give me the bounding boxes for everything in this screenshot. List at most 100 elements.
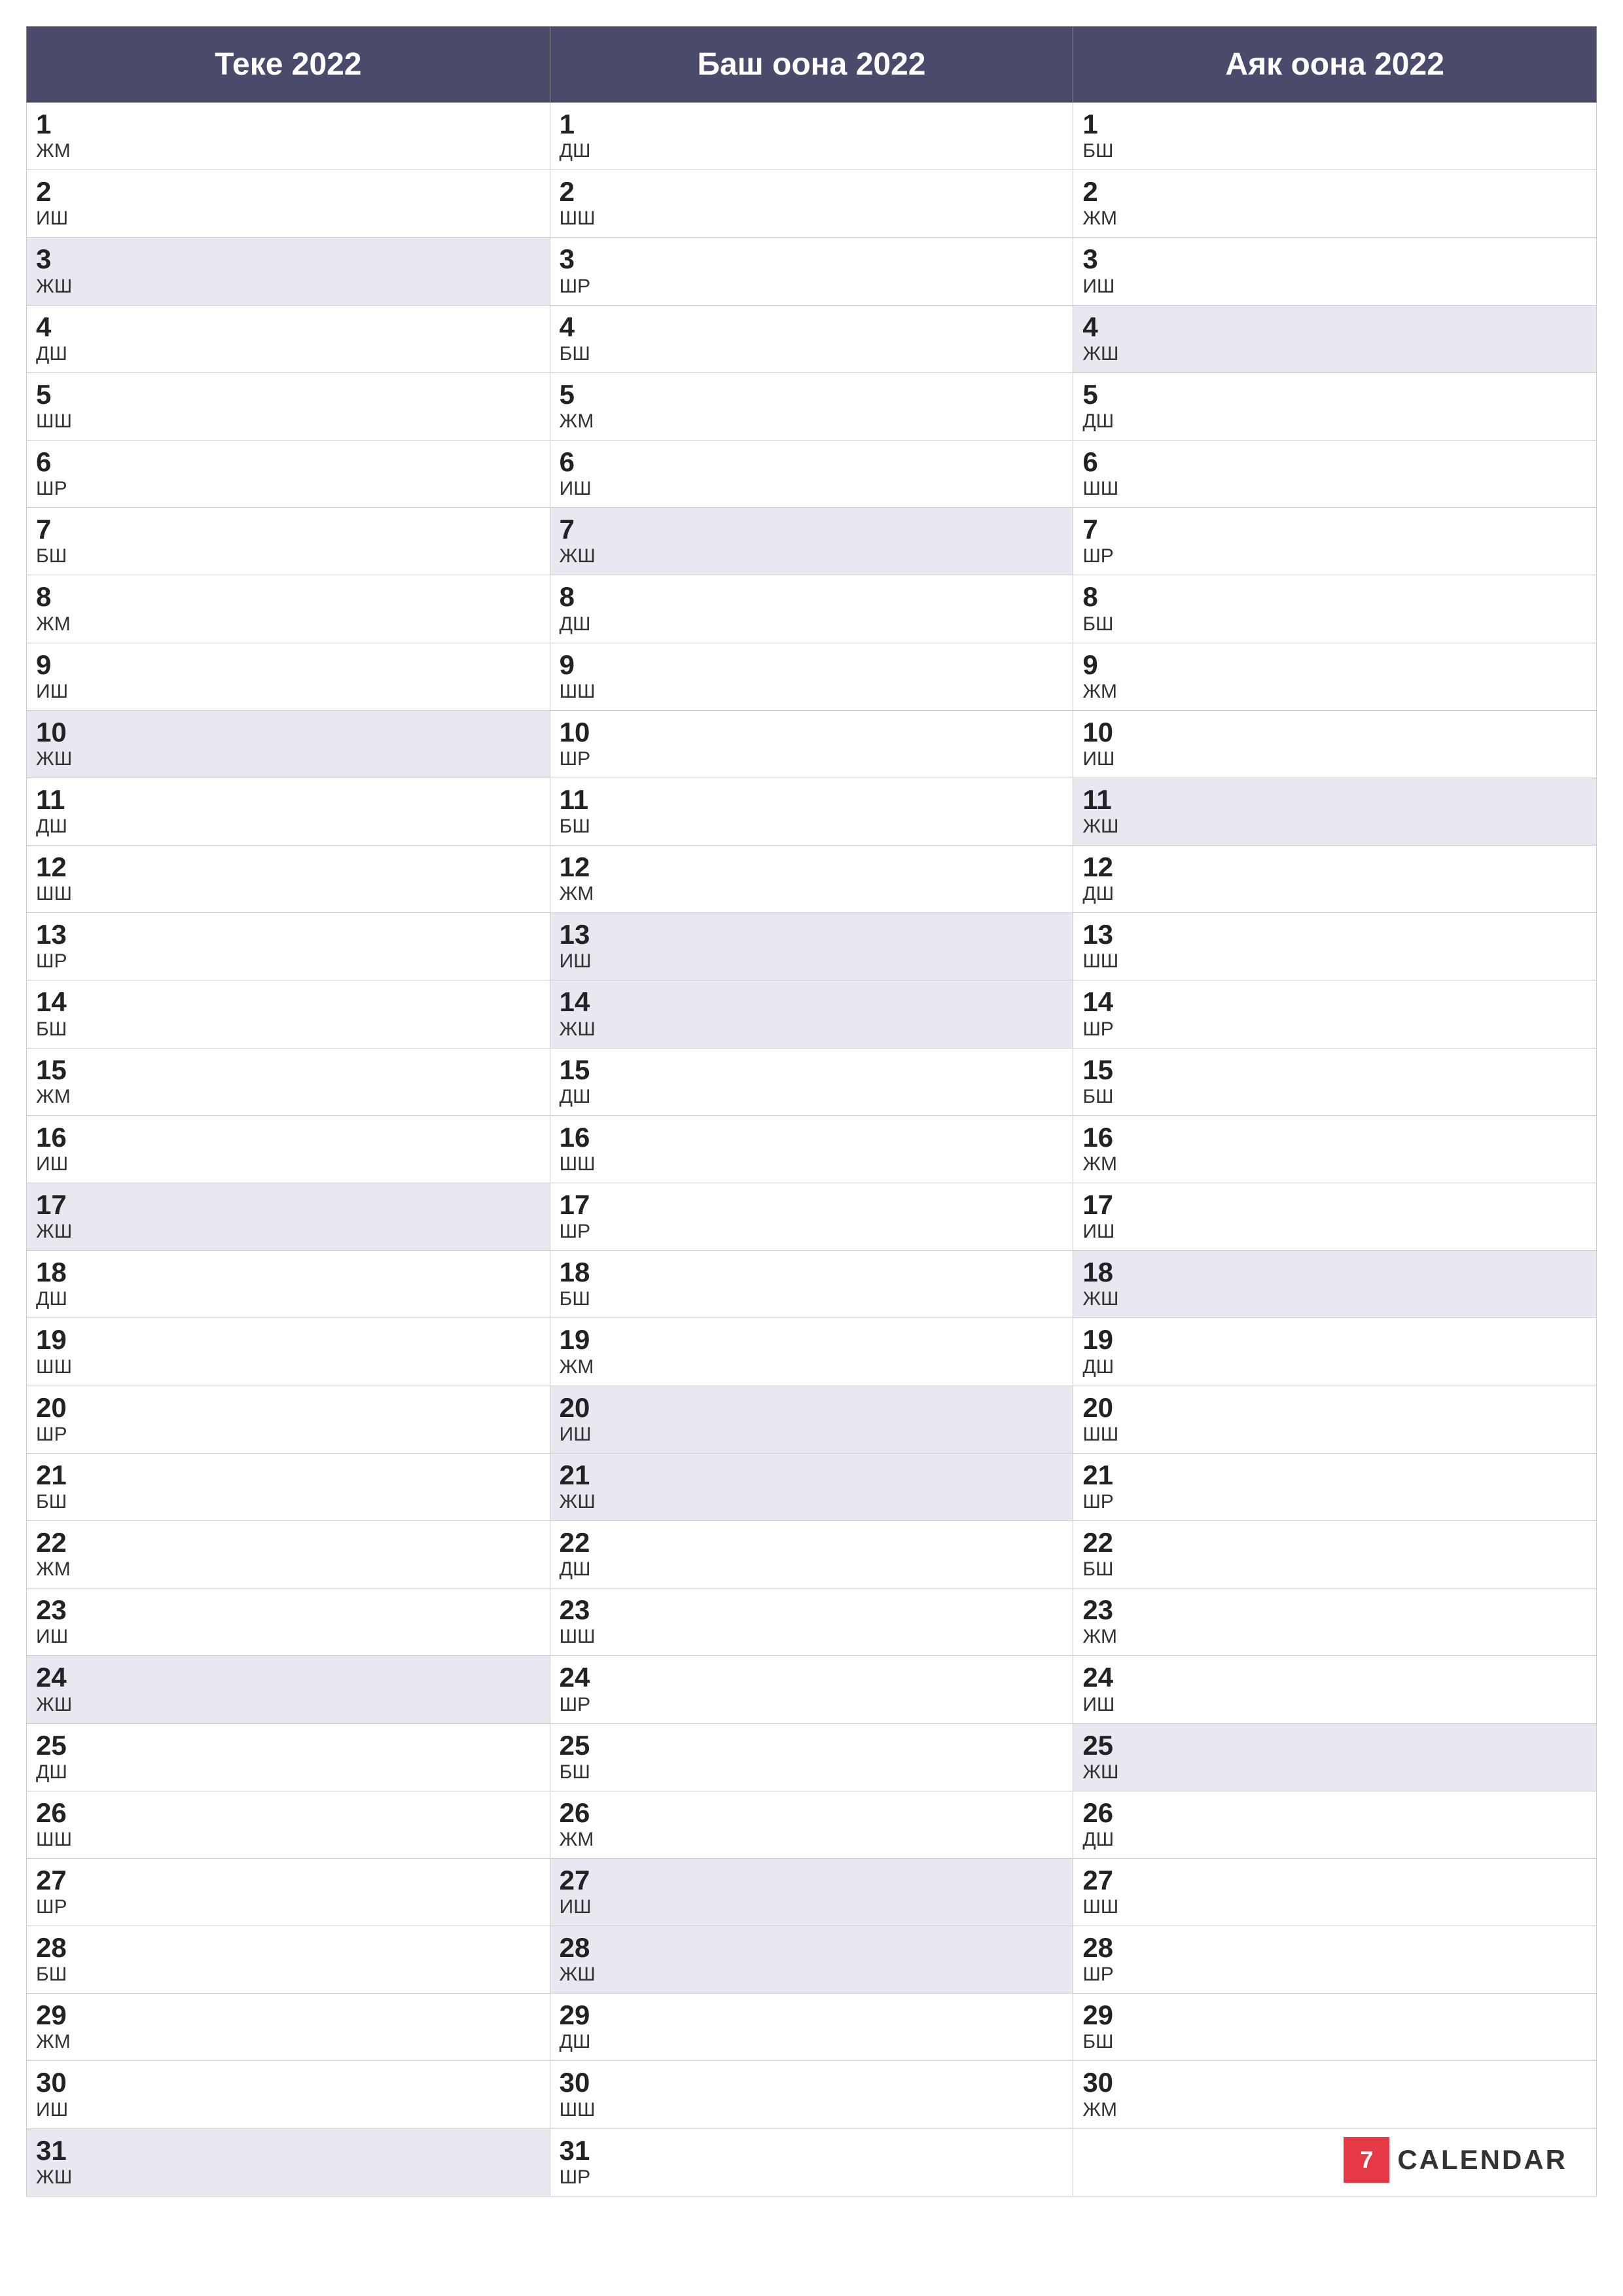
day-number: 30 (1082, 2068, 1587, 2098)
table-row: 7БШ (27, 508, 550, 575)
day-label: ШШ (1082, 1423, 1587, 1446)
day-label: ЖШ (36, 747, 541, 771)
table-row: 15БШ (1073, 1048, 1597, 1115)
table-row: 12ЖМ (550, 846, 1073, 913)
day-label: ЖШ (36, 2166, 541, 2189)
day-number: 28 (560, 1933, 1064, 1963)
day-number: 13 (36, 920, 541, 950)
day-label: БШ (36, 1490, 541, 1514)
table-row: 26ДШ (1073, 1791, 1597, 1858)
table-row: 26ШШ (27, 1791, 550, 1858)
day-label: ИШ (36, 2098, 541, 2122)
table-row: 16ЖМ (1073, 1115, 1597, 1183)
day-label: ИШ (560, 1423, 1064, 1446)
day-label: ДШ (36, 342, 541, 366)
day-number: 9 (1082, 650, 1587, 680)
calendar-icon (1344, 2137, 1389, 2183)
day-number: 31 (36, 2136, 541, 2166)
day-number: 25 (1082, 1731, 1587, 1761)
day-label: ШР (560, 1220, 1064, 1244)
day-label: ШШ (560, 1625, 1064, 1649)
table-row: 5ЖМ (550, 372, 1073, 440)
day-number: 22 (560, 1528, 1064, 1558)
day-number: 7 (1082, 514, 1587, 545)
day-number: 30 (560, 2068, 1064, 2098)
table-row: 3ШР (550, 238, 1073, 305)
day-label: ЖШ (1082, 1761, 1587, 1784)
day-label: ЖМ (36, 2030, 541, 2054)
day-number: 29 (1082, 2000, 1587, 2030)
day-number: 23 (560, 1595, 1064, 1625)
day-number: 7 (36, 514, 541, 545)
col3-header: Аяк оона 2022 (1073, 27, 1597, 103)
table-row: 9ЖМ (1073, 643, 1597, 710)
day-number: 23 (36, 1595, 541, 1625)
day-label: БШ (1082, 139, 1587, 163)
table-row: 22БШ (1073, 1520, 1597, 1588)
day-number: 24 (36, 1662, 541, 1693)
day-label: ШР (1082, 1963, 1587, 1986)
day-number: 26 (1082, 1798, 1587, 1828)
day-label: ЖМ (1082, 2098, 1587, 2122)
col2-header: Баш оона 2022 (550, 27, 1073, 103)
day-label: ЖМ (1082, 207, 1587, 230)
table-row: 19ЖМ (550, 1318, 1073, 1386)
table-row: 11ЖШ (1073, 778, 1597, 845)
day-number: 21 (1082, 1460, 1587, 1490)
day-label: ДШ (560, 1085, 1064, 1109)
day-number: 26 (36, 1798, 541, 1828)
table-row: 1БШ (1073, 103, 1597, 170)
table-row: 31ЖШ (27, 2128, 550, 2196)
table-row: 20ИШ (550, 1386, 1073, 1453)
day-label: БШ (560, 1287, 1064, 1311)
table-row: 27ШШ (1073, 1858, 1597, 1926)
day-label: ЖМ (1082, 680, 1587, 704)
table-row: 21БШ (27, 1453, 550, 1520)
day-label: ШР (1082, 545, 1587, 568)
day-label: ЖШ (560, 1963, 1064, 1986)
day-number: 8 (560, 582, 1064, 612)
day-number: 9 (36, 650, 541, 680)
table-row: 18ДШ (27, 1251, 550, 1318)
table-row: 22ЖМ (27, 1520, 550, 1588)
day-label: БШ (560, 1761, 1064, 1784)
table-row: 27ШР (27, 1858, 550, 1926)
day-label: ИШ (560, 1895, 1064, 1919)
table-row: 11БШ (550, 778, 1073, 845)
table-row: 13ИШ (550, 913, 1073, 980)
day-number: 21 (560, 1460, 1064, 1490)
table-row: 17ИШ (1073, 1183, 1597, 1251)
table-row: 15ЖМ (27, 1048, 550, 1115)
day-label: ДШ (36, 1287, 541, 1311)
day-label: БШ (36, 545, 541, 568)
day-number: 1 (36, 109, 541, 139)
day-label: БШ (36, 1018, 541, 1041)
day-label: ЖШ (36, 1220, 541, 1244)
day-label: ЖМ (36, 139, 541, 163)
day-label: БШ (36, 1963, 541, 1986)
table-row: 25БШ (550, 1723, 1073, 1791)
day-number: 2 (36, 177, 541, 207)
day-label: БШ (1082, 1558, 1587, 1581)
day-number: 20 (560, 1393, 1064, 1423)
day-label: ШШ (1082, 950, 1587, 973)
day-number: 19 (1082, 1325, 1587, 1355)
day-number: 14 (36, 987, 541, 1017)
day-number: 3 (1082, 244, 1587, 274)
day-label: ШШ (560, 207, 1064, 230)
table-row: 11ДШ (27, 778, 550, 845)
day-number: 20 (36, 1393, 541, 1423)
day-label: ШР (1082, 1490, 1587, 1514)
day-number: 12 (1082, 852, 1587, 882)
day-number: 11 (36, 785, 541, 815)
day-number: 25 (560, 1731, 1064, 1761)
day-label: ШР (560, 2166, 1064, 2189)
table-row: 28БШ (27, 1926, 550, 1994)
day-label: ИШ (36, 1625, 541, 1649)
day-label: ШР (36, 1423, 541, 1446)
day-label: ИШ (36, 680, 541, 704)
day-number: 27 (560, 1865, 1064, 1895)
day-label: БШ (560, 342, 1064, 366)
day-number: 5 (1082, 380, 1587, 410)
day-number: 17 (36, 1190, 541, 1220)
